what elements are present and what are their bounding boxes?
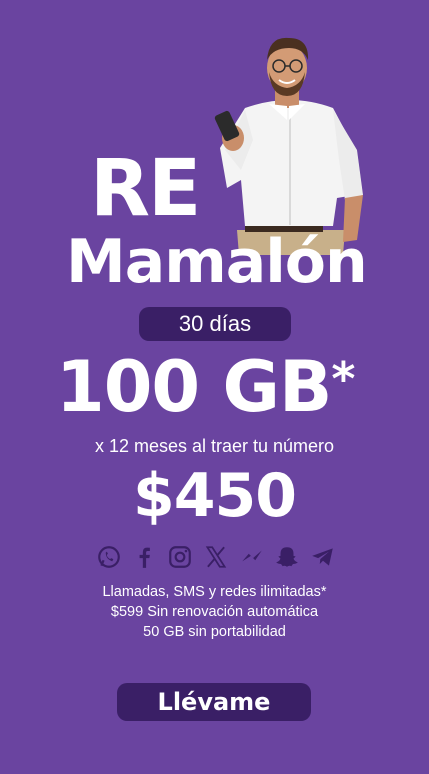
data-asterisk: *: [331, 352, 355, 406]
cta-label: Llévame: [157, 688, 271, 716]
price: $450: [133, 461, 297, 531]
whatsapp-icon: [96, 544, 122, 570]
instagram-icon: [167, 544, 193, 570]
promo-subtitle: x 12 meses al traer tu número: [94, 436, 335, 456]
person-with-phone-image: [214, 37, 363, 255]
snapchat-icon: [274, 544, 300, 570]
telegram-icon: [310, 544, 336, 570]
duration-label: 30 días: [178, 311, 252, 336]
detail-line-1: Llamadas, SMS y redes ilimitadas*: [102, 584, 327, 600]
data-amount: 100 GB: [56, 346, 332, 428]
cta-button[interactable]: Llévame: [117, 683, 311, 721]
messenger-icon: [239, 544, 265, 570]
duration-badge: 30 días: [139, 307, 291, 341]
plan-details: Llamadas, SMS y redes ilimitadas* $599 S…: [0, 582, 429, 642]
social-icons-row: [96, 543, 336, 571]
title-line-1: RE: [90, 144, 201, 234]
title-line-2: Mamalón: [66, 227, 368, 297]
promo-card: RE Mamalón 30 días 100 GB* x 12 meses al…: [0, 0, 429, 774]
x-icon: [203, 544, 229, 570]
facebook-icon: [132, 544, 158, 570]
data-amount-heading: 100 GB*: [56, 352, 355, 422]
detail-line-2: $599 Sin renovación automática: [110, 604, 319, 620]
detail-line-3: 50 GB sin portabilidad: [143, 624, 286, 640]
